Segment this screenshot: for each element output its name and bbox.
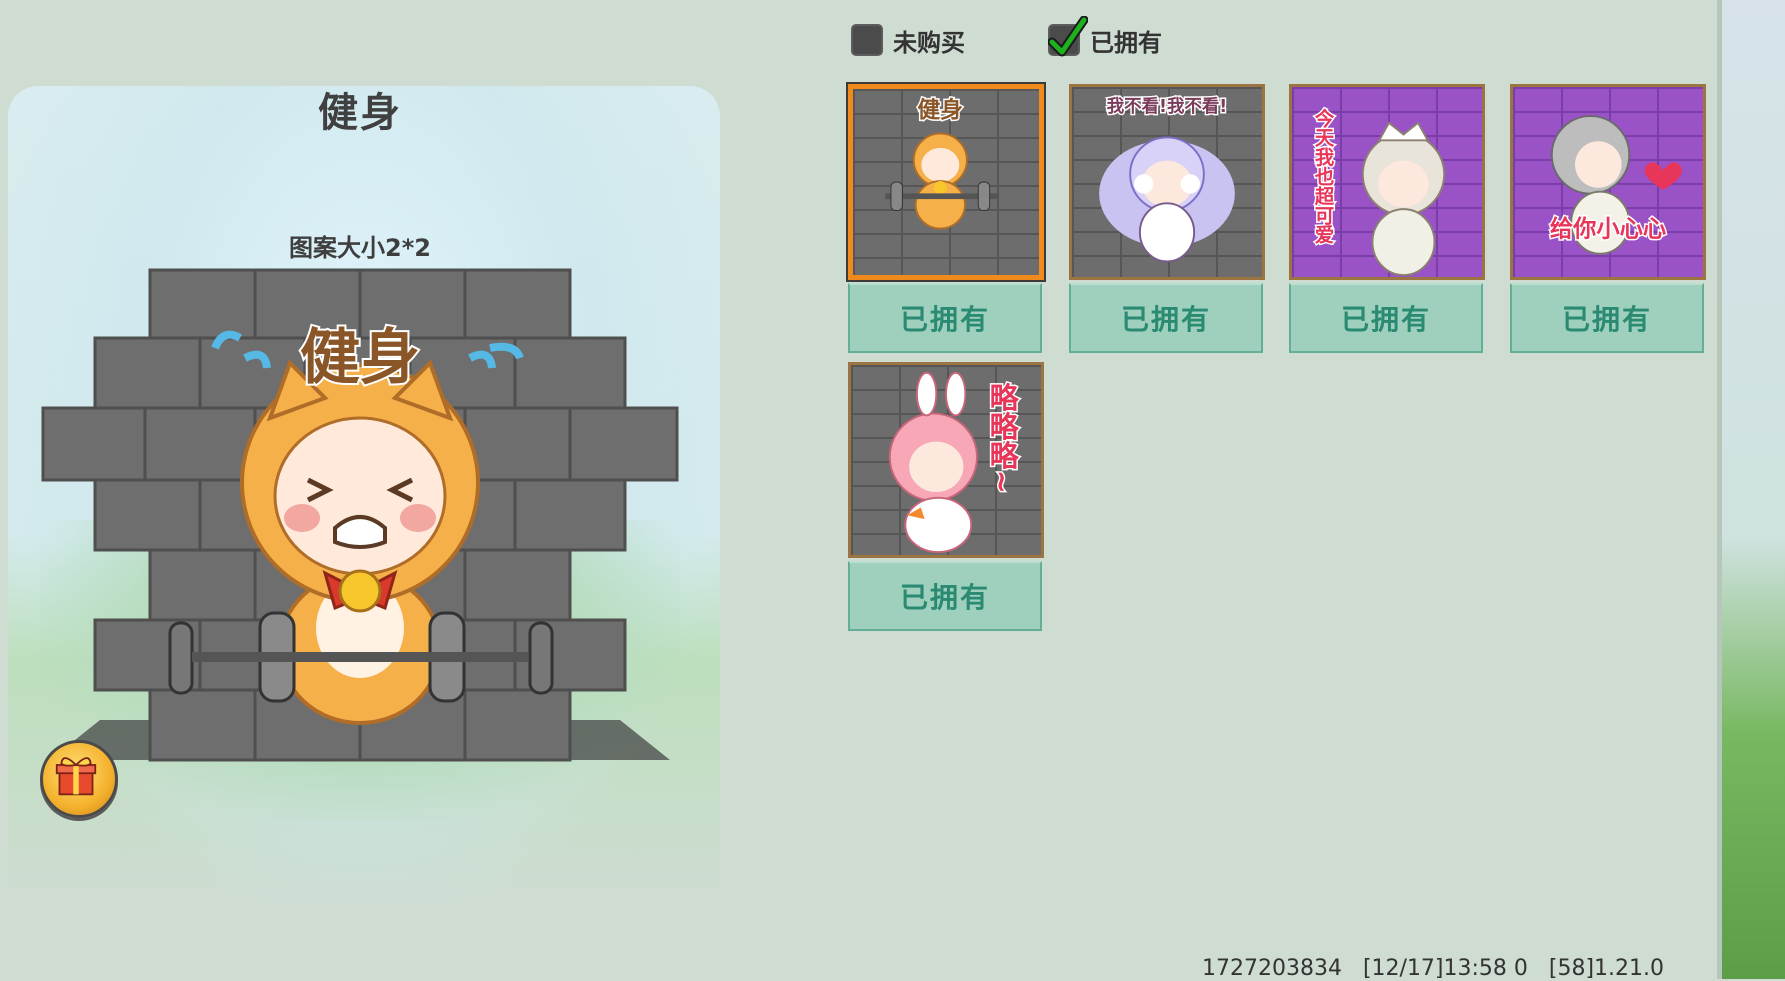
sticker-thumbnail[interactable]: 我不看!我不看! [1069, 84, 1265, 280]
sticker-thumbnail[interactable]: 给你小心心 [1510, 84, 1706, 280]
sticker-item-lueluelue[interactable]: 略略略~ 已拥有 [848, 362, 1044, 631]
sticker-caption: 给你小心心 [1550, 215, 1666, 242]
owned-button[interactable]: 已拥有 [848, 561, 1042, 631]
preview-brick-wall: 健身 [41, 268, 679, 762]
pattern-size-label: 图案大小2*2 [289, 234, 431, 262]
sticker-thumbnail[interactable]: 略略略~ [848, 362, 1044, 558]
gift-icon [55, 757, 97, 796]
filter-owned-label: 已拥有 [1090, 28, 1162, 57]
unpurchased-checkbox[interactable] [851, 24, 883, 56]
artwork-caption: 健身 [300, 323, 420, 393]
girl-with-crown-art: 今天我也超可爱 [1310, 106, 1446, 277]
preview-title: 健身 [318, 90, 402, 136]
scenery-strip [1722, 0, 1785, 979]
sticker-item-fitness[interactable]: 健身 已拥有 [848, 84, 1044, 353]
owned-checkbox[interactable] [1048, 16, 1088, 57]
boy-with-heart-art: 给你小心心 [1548, 115, 1682, 255]
panel-divider [1717, 0, 1722, 979]
tiger-sticker-art: 健身 [885, 95, 1000, 230]
sticker-item-not-looking[interactable]: 我不看!我不看! 已拥有 [1069, 84, 1265, 353]
owned-button[interactable]: 已拥有 [1510, 283, 1704, 353]
bunny-girl-art: 略略略~ [888, 371, 1021, 554]
girl-covering-eyes-art: 我不看!我不看! [1099, 95, 1235, 263]
filter-unpurchased[interactable]: 未购买 [851, 22, 965, 58]
gift-button[interactable] [40, 740, 118, 818]
sticker-item-heart[interactable]: 给你小心心 已拥有 [1510, 84, 1706, 353]
checkmark-icon [1048, 16, 1088, 57]
debug-status-line: 1727203834 [12/17]13:58 0 [58]1.21.0 [1202, 956, 1665, 981]
sticker-caption: 略略略~ [985, 382, 1019, 494]
owned-button[interactable]: 已拥有 [848, 283, 1042, 353]
sticker-caption: 健身 [918, 96, 964, 123]
sticker-caption: 我不看!我不看! [1107, 96, 1228, 117]
filter-unpurchased-label: 未购买 [893, 28, 965, 57]
filter-owned[interactable]: 已拥有 [1048, 16, 1162, 58]
sticker-thumbnail[interactable]: 健身 [848, 84, 1044, 280]
owned-button[interactable]: 已拥有 [1289, 283, 1483, 353]
sticker-caption: 今天我也超可爱 [1312, 107, 1336, 244]
sticker-thumbnail[interactable]: 今天我也超可爱 [1289, 84, 1485, 280]
owned-button[interactable]: 已拥有 [1069, 283, 1263, 353]
sticker-item-super-cute[interactable]: 今天我也超可爱 已拥有 [1289, 84, 1485, 353]
